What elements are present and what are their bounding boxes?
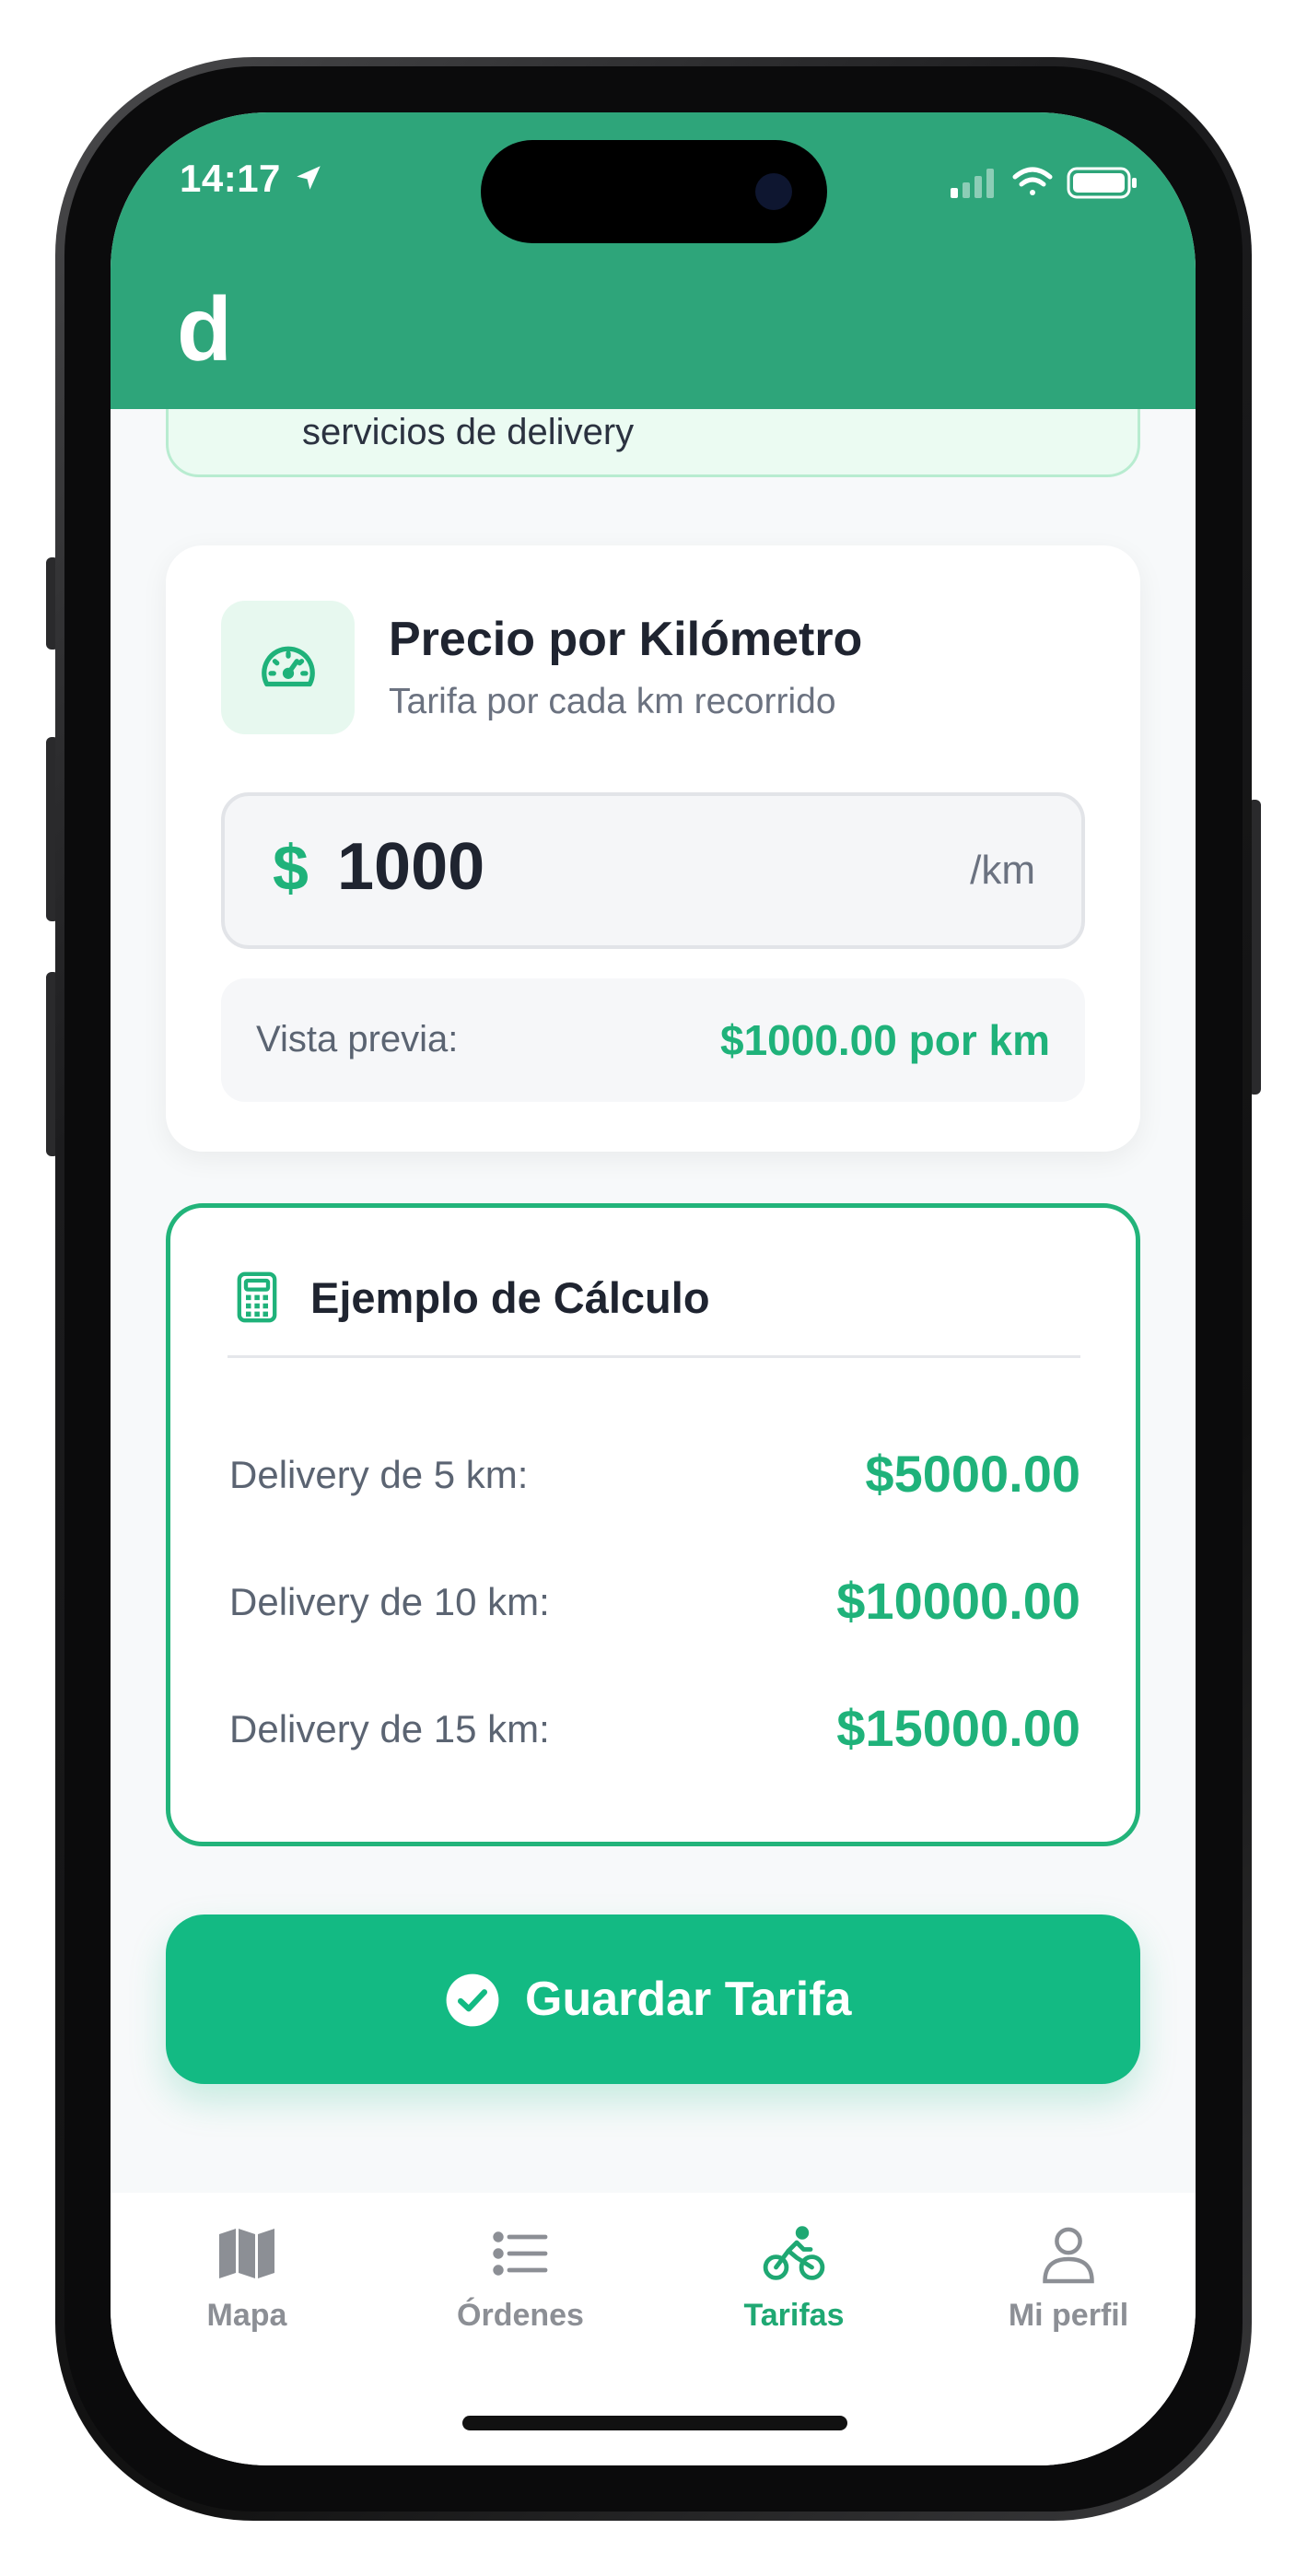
tab-ordenes[interactable]: Órdenes bbox=[419, 2220, 622, 2359]
app-logo: d bbox=[177, 278, 232, 380]
preview-label: Vista previa: bbox=[256, 1019, 459, 1060]
divider bbox=[228, 1355, 1080, 1358]
wifi-icon bbox=[1012, 167, 1053, 195]
preview-box: Vista previa: $1000.00 por km bbox=[221, 978, 1085, 1102]
example-row-label: Delivery de 5 km: bbox=[229, 1453, 529, 1496]
card-title: Precio por Kilómetro bbox=[389, 613, 863, 666]
speedometer-icon-box bbox=[221, 601, 355, 734]
example-row-value: $5000.00 bbox=[865, 1445, 1080, 1503]
speedometer-icon bbox=[262, 646, 315, 687]
person-icon bbox=[1043, 2227, 1094, 2284]
example-row-value: $10000.00 bbox=[836, 1572, 1080, 1630]
screen: servicios de delivery Precio por Kilómet… bbox=[111, 112, 1196, 2465]
save-rate-button[interactable]: Guardar Tarifa bbox=[166, 1914, 1140, 2084]
price-input[interactable]: $ 1000 /km bbox=[221, 792, 1085, 949]
tab-mapa[interactable]: Mapa bbox=[146, 2220, 348, 2359]
example-title: Ejemplo de Cálculo bbox=[310, 1273, 710, 1322]
example-row-label: Delivery de 15 km: bbox=[229, 1707, 550, 1751]
tab-label: Mi perfil bbox=[1008, 2298, 1129, 2333]
tab-label: Mapa bbox=[206, 2298, 287, 2333]
check-circle-icon bbox=[446, 1973, 499, 2027]
camera-lens bbox=[755, 173, 792, 210]
app-header: 14:17 d bbox=[111, 112, 1196, 409]
dynamic-island bbox=[481, 140, 827, 243]
map-icon bbox=[219, 2229, 274, 2278]
banner-text: servicios de delivery bbox=[302, 412, 635, 452]
example-row-value: $15000.00 bbox=[836, 1699, 1080, 1757]
preview-value: $1000.00 por km bbox=[719, 1016, 1050, 1064]
tab-label: Tarifas bbox=[743, 2298, 845, 2333]
card-subtitle: Tarifa por cada km recorrido bbox=[389, 682, 836, 721]
battery-icon bbox=[1067, 167, 1137, 199]
price-value[interactable]: 1000 bbox=[337, 829, 484, 905]
location-arrow-icon bbox=[297, 166, 321, 190]
unit-label: /km bbox=[970, 848, 1035, 893]
tab-mi-perfil[interactable]: Mi perfil bbox=[967, 2220, 1170, 2359]
status-time: 14:17 bbox=[180, 157, 281, 200]
price-per-km-card: Precio por Kilómetro Tarifa por cada km … bbox=[166, 545, 1140, 1152]
calculator-icon bbox=[237, 1271, 277, 1323]
signal-icon bbox=[951, 169, 994, 198]
example-row-label: Delivery de 10 km: bbox=[229, 1580, 550, 1623]
save-button-label: Guardar Tarifa bbox=[525, 1973, 852, 2026]
tab-tarifas[interactable]: Tarifas bbox=[693, 2220, 895, 2359]
calculation-example-card: Ejemplo de Cálculo Delivery de 5 km: $50… bbox=[166, 1203, 1140, 1846]
tab-label: Órdenes bbox=[457, 2298, 584, 2333]
bicycle-icon bbox=[763, 2226, 825, 2280]
status-icons bbox=[951, 167, 1137, 199]
home-indicator bbox=[462, 2416, 847, 2430]
list-icon bbox=[493, 2231, 548, 2276]
currency-symbol: $ bbox=[273, 832, 309, 904]
